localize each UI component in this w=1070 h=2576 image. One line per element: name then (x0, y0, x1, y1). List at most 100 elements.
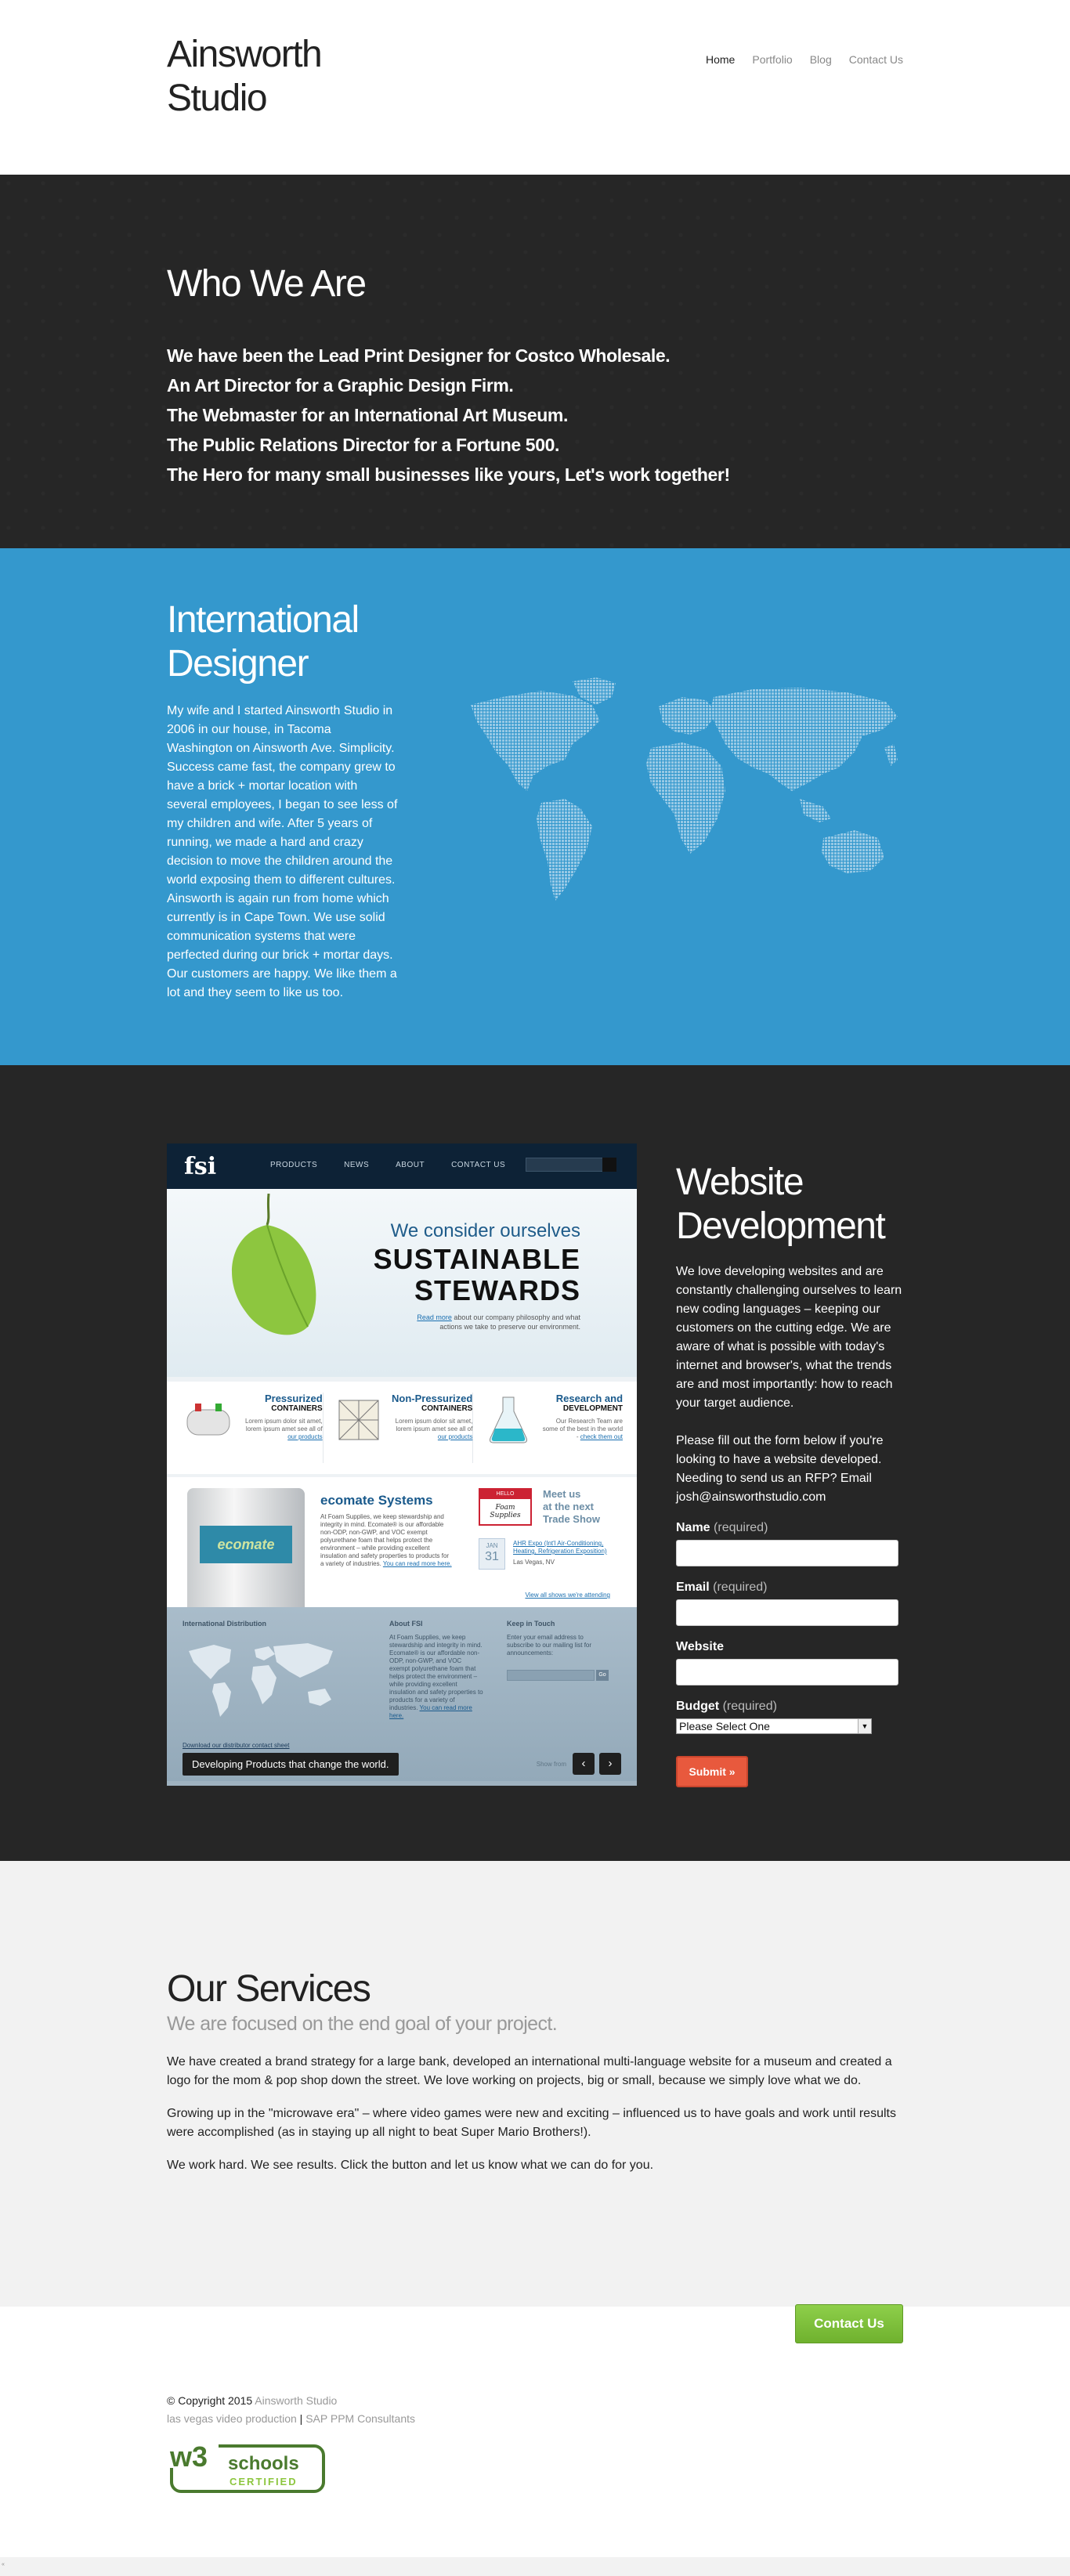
mockup-hero-title-line-1: SUSTAINABLE (373, 1243, 580, 1275)
chevron-right-icon[interactable]: › (599, 1753, 621, 1775)
mockup-product-desc: Our Research Team are some of the best i… (540, 1418, 623, 1441)
mockup-hero-title-line-2: STEWARDS (414, 1274, 580, 1306)
required-note: (required) (713, 1581, 768, 1594)
webdev-paragraph: Please fill out the form below if you're… (676, 1434, 884, 1504)
mockup-ecomate: ecomate ecomate Systems At Foam Supplies… (167, 1474, 637, 1610)
bottom-glyph: « (2, 2562, 5, 2567)
site-footer: © Copyright 2015 Ainsworth Studio las ve… (0, 2307, 1070, 2557)
mockup-eco-desc: At Foam Supplies, we keep stewardship an… (320, 1513, 454, 1568)
website-request-form: Name (required) Email (required) Website… (676, 1521, 911, 1787)
nav-portfolio[interactable]: Portfolio (752, 53, 792, 66)
mockup-product-subtitle: DEVELOPMENT (562, 1404, 624, 1413)
main-nav: Home Portfolio Blog Contact Us (689, 53, 903, 66)
required-note: (required) (722, 1700, 777, 1713)
meet-line-2: at the next (543, 1501, 595, 1512)
our-services-section: Our Services We are focused on the end g… (0, 1861, 1070, 2343)
mockup-hero: We consider ourselves SUSTAINABLE STEWAR… (167, 1189, 637, 1377)
mockup-product-desc: Lorem ipsum dolor sit amet, lorem ipsum … (391, 1418, 473, 1441)
mockup-product-desc-text: Lorem ipsum dolor sit amet, lorem ipsum … (244, 1418, 323, 1433)
budget-label: Budget (required) (676, 1700, 911, 1714)
tote-icon (338, 1400, 379, 1440)
website-field[interactable] (676, 1659, 898, 1685)
mockup-footer-heading: Keep in Touch (507, 1620, 555, 1628)
flask-icon (490, 1396, 528, 1443)
name-label: Name (required) (676, 1521, 911, 1535)
website-label: Website (676, 1640, 725, 1653)
meet-line-3: Trade Show (543, 1513, 600, 1525)
mockup-product-card: Pressurized CONTAINERS Lorem ipsum dolor… (181, 1393, 324, 1463)
footer-brand-link[interactable]: Ainsworth Studio (255, 2394, 337, 2407)
mockup-about-text: At Foam Supplies, we keep stewardship an… (389, 1634, 483, 1720)
badge-hello: HELLO (480, 1490, 530, 1499)
services-subtitle: We are focused on the end goal of your p… (167, 2013, 558, 2035)
chevron-left-icon[interactable]: ‹ (573, 1753, 595, 1775)
footer-links: las vegas video production | SAP PPM Con… (167, 2410, 903, 2427)
mockup-product-title: Pressurized (264, 1393, 323, 1404)
calendar-month: JAN (486, 1542, 498, 1549)
budget-select-value: Please Select One (679, 1720, 770, 1732)
mockup-pdf-link: Download our distributor contact sheet (183, 1742, 290, 1749)
who-line: The Public Relations Director for a Fort… (167, 435, 559, 455)
email-field[interactable] (676, 1599, 898, 1626)
footer-link-sap-ppm[interactable]: SAP PPM Consultants (305, 2412, 415, 2425)
mockup-hero-title: SUSTAINABLE STEWARDS (374, 1244, 580, 1306)
copyright-line: © Copyright 2015 Ainsworth Studio (167, 2391, 903, 2410)
webdev-paragraph: We love developing websites and are cons… (676, 1265, 902, 1410)
mockup-nav-item: PRODUCTS (270, 1161, 318, 1169)
nav-home[interactable]: Home (706, 53, 735, 66)
calendar-icon: JAN 31 (479, 1538, 505, 1570)
mockup-hero-desc-text: about our company philosophy and what ac… (439, 1313, 580, 1331)
mockup-eco-title: ecomate Systems (320, 1493, 433, 1508)
name-label-text: Name (676, 1521, 710, 1534)
who-line: We have been the Lead Print Designer for… (167, 345, 671, 366)
mockup-product-desc-text: Lorem ipsum dolor sit amet, lorem ipsum … (395, 1418, 473, 1433)
budget-select[interactable]: Please Select One ▼ (676, 1718, 872, 1734)
submit-button[interactable]: Submit » (676, 1756, 748, 1787)
services-paragraph: We work hard. We see results. Click the … (167, 2159, 654, 2172)
badge-w3: w3 (169, 2441, 208, 2473)
drum-label: ecomate (200, 1526, 292, 1563)
name-field[interactable] (676, 1540, 898, 1566)
mockup-search-icon (602, 1158, 616, 1172)
logo-line-2: Studio (167, 78, 268, 119)
mockup-product-title: Research and (555, 1393, 624, 1404)
tank-icon (186, 1404, 230, 1436)
bottom-strip: « (0, 2557, 1070, 2574)
footer-link-video-production[interactable]: las vegas video production (167, 2412, 297, 2425)
mockup-caption: Developing Products that change the worl… (183, 1753, 399, 1776)
mockup-product-link: our products (287, 1433, 323, 1440)
mockup-hero-desc: Read more about our company philosophy a… (416, 1313, 580, 1331)
w3schools-certified-badge[interactable]: w3 schools CERTIFIED (167, 2440, 327, 2495)
nav-contact-us[interactable]: Contact Us (849, 53, 903, 66)
who-line: The Webmaster for an International Art M… (167, 405, 568, 425)
meet-line-1: Meet us (543, 1488, 581, 1500)
website-mockup-image: fsi PRODUCTS NEWS ABOUT CONTACT US We co… (167, 1143, 637, 1786)
services-paragraph: Growing up in the "microwave era" – wher… (167, 2107, 896, 2139)
who-we-are-section: Who We Are We have been the Lead Print D… (0, 175, 1070, 548)
name-badge-image: HELLO Foam Supplies (479, 1488, 532, 1526)
badge-name: Foam Supplies (490, 1504, 521, 1519)
copyright-text: © Copyright 2015 (167, 2394, 253, 2407)
mockup-product-subtitle: CONTAINERS (421, 1404, 473, 1413)
mockup-product-link: our products (437, 1433, 473, 1440)
mockup-read-more-link: Read more (417, 1313, 452, 1321)
world-map-image (471, 677, 898, 901)
mockup-nav-item: NEWS (344, 1161, 370, 1169)
required-note: (required) (714, 1521, 768, 1534)
mockup-meet-title: Meet us at the next Trade Show (543, 1488, 600, 1526)
website-development-section: fsi PRODUCTS NEWS ABOUT CONTACT US We co… (0, 1065, 1070, 1861)
mockup-footer: International Distribution About FSI Kee… (167, 1607, 637, 1781)
mockup-header: fsi PRODUCTS NEWS ABOUT CONTACT US (167, 1143, 637, 1189)
site-logo[interactable]: Ainsworth Studio (167, 33, 323, 121)
email-label-text: Email (676, 1581, 710, 1594)
mockup-about-text-body: At Foam Supplies, we keep stewardship an… (389, 1634, 483, 1711)
intl-body: My wife and I started Ainsworth Studio i… (167, 704, 398, 999)
logo-line-1: Ainsworth (167, 34, 323, 75)
badge-schools: schools (228, 2453, 299, 2474)
nav-blog[interactable]: Blog (810, 53, 832, 66)
mockup-footer-heading: About FSI (389, 1620, 423, 1628)
mini-world-map-image (189, 1643, 333, 1717)
mockup-event-link: AHR Expo (Int'l Air-Conditioning, Heatin… (513, 1540, 607, 1555)
mockup-touch-text: Enter your email address to subscribe to… (507, 1634, 592, 1657)
international-designer-section: International Designer My wife and I sta… (0, 548, 1070, 1065)
